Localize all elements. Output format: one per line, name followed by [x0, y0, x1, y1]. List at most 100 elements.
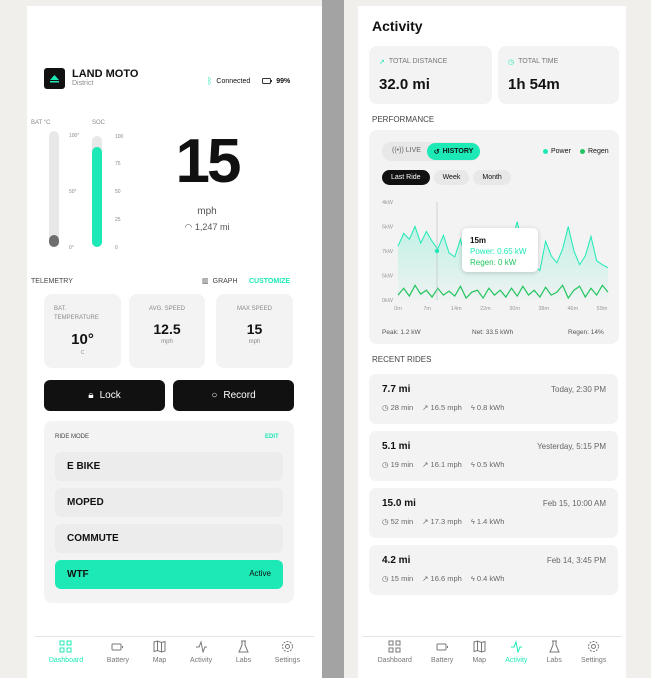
soc-tick: 25 — [115, 217, 121, 223]
ride-mode-title: RIDE MODE — [55, 434, 90, 440]
tooltip-time: 15m — [470, 236, 487, 245]
nav-labs[interactable]: Labs — [547, 640, 562, 664]
ride-stats: ◷ 52 min ↗ 17.3 mph ϟ 1.4 kWh — [382, 517, 504, 526]
panel-divider — [322, 0, 344, 678]
grid-icon — [59, 640, 72, 653]
nav-dashboard[interactable]: Dashboard — [49, 640, 83, 664]
edit-button[interactable]: EDIT — [265, 434, 279, 440]
nav-label: Dashboard — [48, 657, 84, 664]
legend-dot — [580, 149, 585, 154]
bluetooth-icon: ᛒ — [207, 76, 213, 86]
tile-label: TEMPERATURE — [54, 315, 99, 321]
total-distance-value: 32.0 mi — [379, 76, 430, 93]
nav-map[interactable]: Map — [472, 640, 486, 664]
tab-week[interactable]: Week — [433, 170, 470, 185]
nav-divider — [362, 636, 622, 637]
ride-stats: ◷ 19 min ↗ 16.1 mph ϟ 0.5 kWh — [382, 460, 504, 469]
nav-label: Map — [472, 657, 487, 664]
nav-label: Labs — [546, 657, 562, 664]
tile-label: AVG. SPEED — [149, 306, 185, 312]
bat-tick-bottom: 0° — [69, 245, 74, 251]
battery-icon — [111, 643, 124, 651]
history-button[interactable]: ↺ HISTORY — [427, 143, 480, 160]
ride-item[interactable]: 15.0 mi Feb 15, 10:00 AM ◷ 52 min ↗ 17.3 mp… — [369, 488, 618, 538]
tab-month[interactable]: Month — [473, 170, 511, 185]
graph-button[interactable]: ▥ GRAPH — [202, 277, 238, 286]
ride-energy: ϟ 0.4 kWh — [470, 574, 505, 583]
nav-activity[interactable]: Activity — [190, 640, 212, 664]
ride-distance: 4.2 mi — [382, 555, 411, 566]
y-tick-label: 0kW — [382, 298, 394, 304]
mode-moped[interactable]: MOPED — [55, 488, 283, 517]
trend-icon: ↗ — [422, 403, 429, 412]
ride-time: ◷ 52 min — [382, 517, 414, 526]
record-button[interactable]: ○ Record — [173, 380, 294, 411]
nav-settings[interactable]: Settings — [581, 640, 606, 664]
performance-title: PERFORMANCE — [372, 115, 435, 124]
customize-button[interactable]: CUSTOMIZE — [249, 278, 290, 285]
trend-icon: ↗ — [422, 460, 429, 469]
bolt-icon: ϟ — [470, 460, 475, 469]
ride-stats: ◷ 28 min ↗ 16.5 mph ϟ 0.8 kWh — [382, 403, 504, 412]
nav-divider — [35, 636, 314, 637]
bolt-icon: ϟ — [470, 574, 475, 583]
flask-icon — [238, 640, 249, 653]
x-tick-label: 59m — [597, 306, 608, 312]
total-distance-header: ↗ TOTAL DISTANCE — [379, 58, 447, 66]
nav-map[interactable]: Map — [153, 640, 166, 664]
ride-speed: ↗ 16.6 mph — [422, 574, 462, 583]
lock-button[interactable]: 🔒︎ Lock — [44, 380, 165, 411]
clock-icon: ◷ — [508, 59, 515, 66]
ride-item[interactable]: 4.2 mi Feb 14, 3:45 PM ◷ 15 min ↗ 16.6 mph ϟ… — [369, 545, 618, 595]
activity-panel: Activity ↗ TOTAL DISTANCE 32.0 mi ◷ TOTAL … — [358, 6, 626, 678]
x-tick-label: 22m — [480, 306, 491, 312]
ride-date: Feb 15, 10:00 AM — [542, 499, 606, 508]
tab-last-ride[interactable]: Last Ride — [382, 170, 430, 185]
brand-logo — [44, 68, 65, 89]
range-tabs: Last Ride Week Month — [382, 170, 511, 185]
legend-label: Power — [551, 148, 571, 155]
nav-labs[interactable]: Labs — [236, 640, 251, 664]
soc-gauge — [92, 136, 102, 247]
x-tick-label: 7m — [423, 306, 431, 312]
nav-battery[interactable]: Battery — [431, 640, 453, 664]
ride-distance: 5.1 mi — [382, 441, 411, 452]
odometer: ◠ 1,247 mi — [167, 222, 247, 233]
nav-battery[interactable]: Battery — [107, 640, 129, 664]
total-distance-card: ↗ TOTAL DISTANCE 32.0 mi — [369, 46, 492, 104]
gear-icon — [588, 641, 600, 652]
legend-dot — [543, 149, 548, 154]
tooltip-regen: Regen: 0 kW — [470, 258, 517, 267]
speed-value: 15 — [175, 127, 242, 196]
bar-chart-icon: ▥ — [202, 278, 209, 285]
battery-icon — [436, 643, 448, 651]
record-label: Record — [223, 390, 256, 401]
mode-label: WTF — [67, 569, 89, 580]
nav-settings[interactable]: Settings — [275, 640, 300, 664]
tile-value: 12.5 — [153, 321, 181, 337]
ride-energy: ϟ 1.4 kWh — [470, 517, 505, 526]
mode-wtf[interactable]: WTF Active — [55, 560, 283, 589]
bottom-nav: Dashboard Battery Map Activity Labs Sett… — [27, 640, 322, 664]
soc-gauge-label: SOC — [92, 120, 106, 126]
connection-status: ᛒ Connected 99% — [207, 76, 290, 86]
ride-item[interactable]: 5.1 mi Yesterday, 5:15 PM ◷ 19 min ↗ 16.1 m… — [369, 431, 618, 481]
gear-icon — [281, 641, 293, 652]
tile-unit: C — [80, 350, 85, 356]
ride-distance: 15.0 mi — [382, 498, 416, 509]
mode-commute[interactable]: COMMUTE — [55, 524, 283, 553]
live-button[interactable]: ((•)) LIVE — [384, 144, 429, 157]
mode-e-bike[interactable]: E BIKE — [55, 452, 283, 481]
soc-tick: 100 — [115, 134, 124, 140]
trend-icon: ↗ — [422, 574, 429, 583]
x-tick-label: 0m — [394, 306, 402, 312]
nav-dashboard[interactable]: Dashboard — [378, 640, 412, 664]
ride-item[interactable]: 7.7 mi Today, 2:30 PM ◷ 28 min ↗ 16.5 mph ϟ … — [369, 374, 618, 424]
page-title: Activity — [372, 18, 423, 34]
total-time-label: TOTAL TIME — [518, 58, 559, 65]
tile-label: BAT. — [54, 306, 67, 312]
peak-stat: Peak: 1.2 kW — [382, 329, 421, 336]
clock-icon: ◷ — [382, 574, 389, 583]
active-badge: Active — [249, 569, 271, 578]
nav-activity[interactable]: Activity — [505, 640, 527, 664]
